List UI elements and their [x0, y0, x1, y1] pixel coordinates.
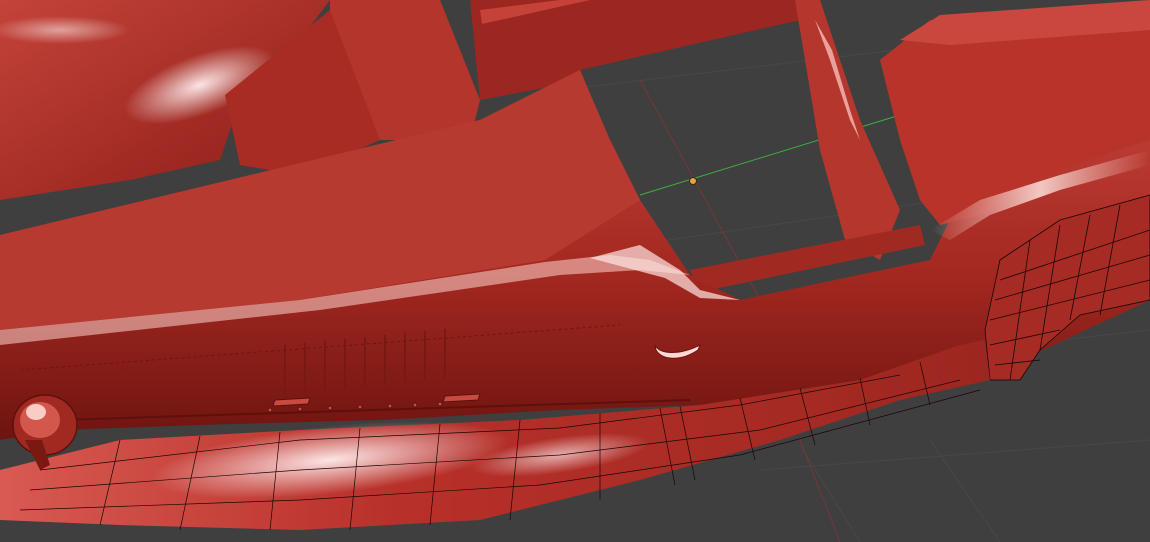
right-pillar: [795, 0, 900, 260]
3d-viewport[interactable]: [0, 0, 1150, 542]
origin-marker[interactable]: [689, 177, 697, 185]
viewport-canvas[interactable]: [0, 0, 1150, 542]
